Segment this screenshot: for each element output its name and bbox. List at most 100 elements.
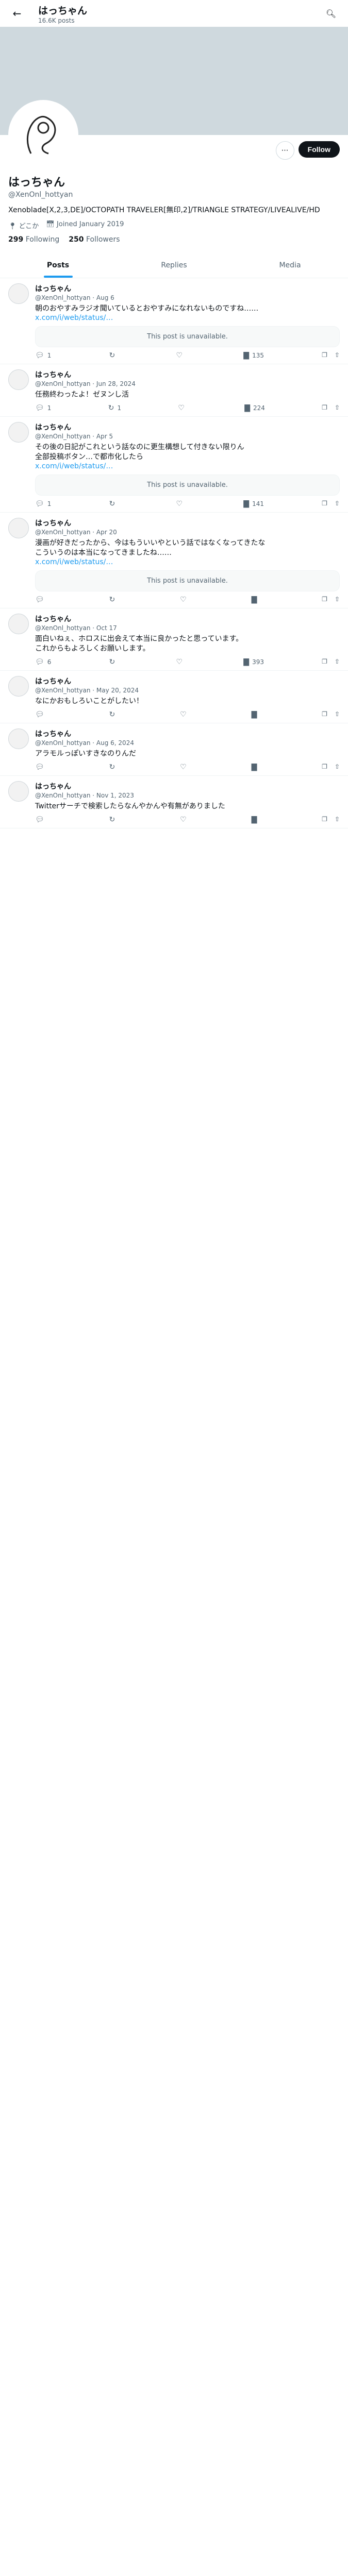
tweet-avatar[interactable] [8,283,29,304]
tweet[interactable]: はっちゃん @XenOnl_hottyan · Aug 6, 2024 アラモル… [0,723,348,776]
share-icon[interactable]: ⇧ [335,763,340,771]
tweet-author[interactable]: はっちゃん [35,283,340,294]
tweet[interactable]: はっちゃん @XenOnl_hottyan · May 20, 2024 なにか… [0,671,348,723]
tweet-body: はっちゃん @XenOnl_hottyan · Jun 28, 2024 任務終… [35,369,340,412]
tweet-author[interactable]: はっちゃん [35,614,340,624]
tweet-author[interactable]: はっちゃん [35,781,340,791]
repost-button[interactable]: ↻ 1 [108,404,121,412]
bookmark-icon[interactable]: ❐ [322,351,327,360]
share-icon[interactable]: ⇧ [335,500,340,508]
repost-icon: ↻ [109,710,115,719]
views-button[interactable]: ▇ 141 [243,500,264,508]
bookmark-icon[interactable]: ❐ [322,500,327,508]
repost-button[interactable]: ↻ [109,710,119,719]
tweet-avatar[interactable] [8,676,29,697]
following-link[interactable]: 299 Following [8,235,59,244]
bookmark-icon[interactable]: ❐ [322,404,327,412]
like-button[interactable]: ♡ [180,710,190,719]
tweet[interactable]: はっちゃん @XenOnl_hottyan · Aug 6 朝のおやすみラジオ聞… [0,278,348,364]
bookmark-icon[interactable]: ❐ [322,710,327,719]
follow-button[interactable]: Follow [298,141,340,158]
tweet-avatar[interactable] [8,728,29,749]
views-icon: ▇ [251,596,257,604]
tweet-author[interactable]: はっちゃん [35,422,340,432]
tab-replies[interactable]: Replies [116,253,232,278]
bookmark-icon[interactable]: ❐ [322,658,327,666]
views-button[interactable]: ▇ [252,710,260,719]
share-icon[interactable]: ⇧ [335,816,340,824]
more-icon[interactable]: ⋯ [275,141,294,160]
like-button[interactable]: ♡ [180,763,190,771]
tweet-avatar[interactable] [8,369,29,390]
views-button[interactable]: ▇ 393 [243,658,264,666]
bookmark-icon[interactable]: ❐ [322,763,327,771]
like-button[interactable]: ♡ [180,596,190,604]
share-icon[interactable]: ⇧ [335,596,340,604]
reply-icon: 💬︎ [35,710,44,719]
tweet-author[interactable]: はっちゃん [35,369,340,380]
reply-button[interactable]: 💬︎ [35,763,47,771]
bookmark-icon[interactable]: ❐ [322,596,327,604]
tweet-link[interactable]: x.com/i/web/status/… [35,314,340,322]
tweet[interactable]: はっちゃん @XenOnl_hottyan · Oct 17 面白いねぇ、ホロス… [0,608,348,671]
tweet-author[interactable]: はっちゃん [35,676,340,686]
views-button[interactable]: ▇ [252,816,260,824]
reply-button[interactable]: 💬︎ 1 [35,500,51,508]
top-bar: ← はっちゃん 16.6K posts 🔍︎ [0,0,348,27]
tweet-body: はっちゃん @XenOnl_hottyan · Apr 20 漫画が好きだったか… [35,518,340,604]
tweet-link[interactable]: x.com/i/web/status/… [35,558,340,566]
tweet[interactable]: はっちゃん @XenOnl_hottyan · Nov 1, 2023 Twit… [0,776,348,828]
tweet[interactable]: はっちゃん @XenOnl_hottyan · Apr 5 その後の日記がこれと… [0,417,348,513]
reply-icon: 💬︎ [35,351,44,360]
like-button[interactable]: ♡ [180,816,190,824]
repost-button[interactable]: ↻ [109,500,119,508]
search-icon[interactable]: 🔍︎ [322,5,340,22]
views-button[interactable]: ▇ 135 [243,351,264,360]
tweet-avatar[interactable] [8,614,29,634]
tweet-avatar[interactable] [8,518,29,538]
views-icon: ▇ [243,500,250,508]
repost-button[interactable]: ↻ [109,351,119,360]
repost-button[interactable]: ↻ [109,763,119,771]
tweet-actions-right: ❐ ⇧ [322,658,340,666]
bookmark-icon[interactable]: ❐ [322,816,327,824]
tweet-avatar[interactable] [8,781,29,802]
like-button[interactable]: ♡ [178,404,188,412]
reply-button[interactable]: 💬︎ [35,596,47,604]
views-button[interactable]: ▇ [252,763,260,771]
tweet-meta: @XenOnl_hottyan · Jun 28, 2024 [35,380,136,387]
repost-button[interactable]: ↻ [109,596,119,604]
tweet-actions-right: ❐ ⇧ [322,351,340,360]
tweet[interactable]: はっちゃん @XenOnl_hottyan · Apr 20 漫画が好きだったか… [0,513,348,608]
tweet-author[interactable]: はっちゃん [35,728,340,739]
tab-posts[interactable]: Posts [0,253,116,278]
share-icon[interactable]: ⇧ [335,404,340,412]
views-button[interactable]: ▇ 224 [244,404,265,412]
tweet-author[interactable]: はっちゃん [35,518,340,528]
reply-icon: 💬︎ [35,404,44,412]
reply-button[interactable]: 💬︎ 1 [35,404,51,412]
reply-button[interactable]: 💬︎ 1 [35,351,51,360]
followers-link[interactable]: 250 Followers [69,235,120,244]
back-arrow-icon[interactable]: ← [8,5,26,22]
tab-media[interactable]: Media [232,253,348,278]
avatar[interactable] [8,100,78,170]
tweet-actions: 💬︎ ↻ ♡ ▇ ❐ ⇧ [35,710,340,719]
profile-tabs: Posts Replies Media [0,253,348,278]
reply-button[interactable]: 💬︎ [35,710,47,719]
tweet-avatar[interactable] [8,422,29,443]
share-icon[interactable]: ⇧ [335,658,340,666]
like-button[interactable]: ♡ [176,500,186,508]
repost-button[interactable]: ↻ [109,658,119,666]
share-icon[interactable]: ⇧ [335,351,340,360]
like-button[interactable]: ♡ [176,658,186,666]
views-button[interactable]: ▇ [252,596,260,604]
like-button[interactable]: ♡ [176,351,186,360]
reply-button[interactable]: 💬︎ [35,816,47,824]
repost-button[interactable]: ↻ [109,816,119,824]
tweet[interactable]: はっちゃん @XenOnl_hottyan · Jun 28, 2024 任務終… [0,364,348,417]
reply-button[interactable]: 💬︎ 6 [35,658,51,666]
followers-count: 250 [69,235,84,244]
tweet-link[interactable]: x.com/i/web/status/… [35,462,340,470]
share-icon[interactable]: ⇧ [335,710,340,719]
